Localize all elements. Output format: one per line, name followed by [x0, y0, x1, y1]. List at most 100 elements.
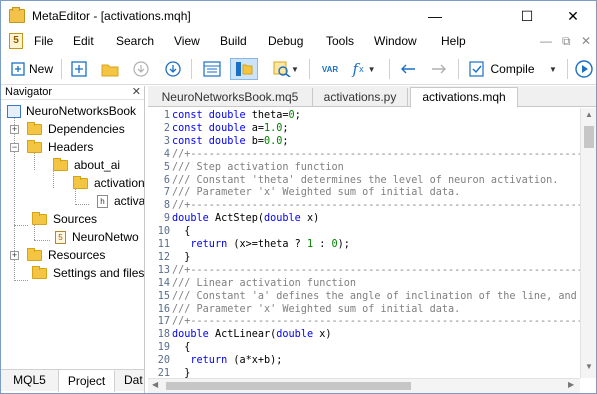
- code-line[interactable]: 2 const double a=1.0;: [148, 123, 580, 135]
- tree-item-settings[interactable]: Settings and files: [32, 264, 144, 282]
- compile-dropdown[interactable]: ▼: [545, 58, 561, 80]
- header-file-icon: h: [97, 194, 108, 208]
- mdi-close-button[interactable]: ✕: [581, 34, 591, 48]
- code-line[interactable]: 17//+-----------------------------------…: [148, 316, 580, 328]
- scroll-thumb[interactable]: [166, 382, 411, 390]
- new-file-icon: [11, 62, 25, 76]
- mql5-document-icon[interactable]: 5: [9, 33, 23, 49]
- tab-mql5[interactable]: MQL5: [1, 370, 59, 392]
- tree-item-neuronetworks-file[interactable]: 5 NeuroNetwo: [55, 228, 139, 246]
- code-token: ActStep(: [214, 213, 265, 225]
- navigator-title: Navigator: [5, 86, 53, 98]
- minimize-button[interactable]: —: [412, 1, 458, 31]
- menu-window[interactable]: Window: [374, 34, 417, 48]
- mdi-restore-button[interactable]: ⧉: [562, 34, 571, 49]
- code-line[interactable]: 4//+------------------------------------…: [148, 149, 580, 161]
- code-line[interactable]: 13//+-----------------------------------…: [148, 265, 580, 277]
- code-line[interactable]: 10 {: [148, 226, 580, 238]
- line-number: 21: [157, 368, 170, 378]
- close-button[interactable]: ✕: [550, 1, 596, 31]
- scroll-thumb[interactable]: [584, 126, 594, 148]
- new-button[interactable]: New: [7, 58, 57, 80]
- scroll-up-icon[interactable]: ▲: [584, 110, 594, 122]
- menu-help[interactable]: Help: [441, 34, 466, 48]
- expand-icon[interactable]: +: [10, 124, 19, 134]
- scroll-left-icon[interactable]: ◀: [152, 380, 158, 389]
- code-token: );: [337, 239, 350, 250]
- menu-file[interactable]: File: [34, 34, 53, 48]
- tree-item-resources[interactable]: + Resources: [10, 246, 105, 264]
- project-icon: [7, 104, 21, 118]
- scroll-right-icon[interactable]: ▶: [568, 380, 574, 389]
- code-area[interactable]: 1 const double theta=0; 2 const double a=1.…: [148, 108, 580, 378]
- horizontal-scrollbar[interactable]: ◀ ▶: [148, 378, 580, 393]
- code-line[interactable]: 5/// Step activation function: [148, 162, 580, 174]
- compile-button[interactable]: Compile: [465, 58, 539, 80]
- tree-item-activation[interactable]: activation: [73, 174, 144, 192]
- code-line[interactable]: 12 }: [148, 252, 580, 264]
- menu-tools[interactable]: Tools: [326, 34, 354, 48]
- menu-build[interactable]: Build: [220, 34, 247, 48]
- menu-search[interactable]: Search: [116, 34, 154, 48]
- folder-toggle-button[interactable]: [230, 58, 258, 80]
- download-button[interactable]: [130, 58, 152, 80]
- code-token: const double: [172, 122, 252, 134]
- menu-view[interactable]: View: [174, 34, 200, 48]
- project-tree: NeuroNetworksBook + Dependencies − Heade…: [1, 100, 144, 368]
- tab-database[interactable]: Dat: [115, 370, 144, 392]
- code-token: 1.0: [264, 122, 283, 134]
- toolbar-separator: [309, 59, 310, 79]
- new-file-plus-button[interactable]: [68, 58, 90, 80]
- tree-item-label: Dependencies: [48, 122, 125, 136]
- expand-icon[interactable]: +: [10, 250, 19, 260]
- code-token: double: [172, 213, 215, 225]
- tab-activations-py[interactable]: activations.py: [313, 88, 408, 107]
- maximize-button[interactable]: ☐: [504, 1, 550, 31]
- close-icon[interactable]: ✕: [132, 86, 141, 99]
- code-line[interactable]: 21 }: [148, 368, 580, 378]
- tab-activations-mqh[interactable]: activations.mqh: [410, 87, 518, 108]
- menu-bar: 5 File Edit Search View Build Debug Tool…: [1, 31, 596, 51]
- forward-button[interactable]: [428, 58, 450, 80]
- update-button[interactable]: [162, 58, 184, 80]
- folder-icon: [53, 157, 68, 171]
- tree-item-project[interactable]: NeuroNetworksBook: [7, 102, 136, 120]
- code-line[interactable]: 8//+------------------------------------…: [148, 200, 580, 212]
- code-line[interactable]: 15/// Constant 'a' defines the angle of …: [148, 291, 580, 303]
- code-line[interactable]: 19 {: [148, 342, 580, 354]
- collapse-icon[interactable]: −: [10, 142, 19, 152]
- tab-project[interactable]: Project: [59, 370, 115, 392]
- code-line[interactable]: 7/// Parameter 'x' Weighted sum of initi…: [148, 187, 580, 199]
- zoom-button[interactable]: ▼: [269, 58, 303, 80]
- var-button[interactable]: VAR: [317, 58, 343, 80]
- vertical-scrollbar[interactable]: ▲ ▼: [580, 108, 596, 378]
- navigator-toggle-button[interactable]: [199, 58, 225, 80]
- code-line[interactable]: 9 double ActStep(double x): [148, 213, 580, 225]
- code-line[interactable]: 1 const double theta=0;: [148, 110, 580, 122]
- tree-item-dependencies[interactable]: + Dependencies: [10, 120, 125, 138]
- open-button[interactable]: [99, 58, 121, 80]
- code-line[interactable]: 18 double ActLinear(double x): [148, 329, 580, 341]
- mdi-minimize-button[interactable]: —: [540, 34, 552, 48]
- title-bar[interactable]: MetaEditor - [activations.mqh] — ☐ ✕: [1, 1, 596, 31]
- menu-debug[interactable]: Debug: [268, 34, 303, 48]
- code-line[interactable]: 20 return (a*x+b);: [148, 355, 580, 367]
- code-token: }: [172, 251, 191, 263]
- tree-item-activations-file[interactable]: h activa: [97, 192, 144, 210]
- code-line[interactable]: 11 return (x>=theta ? 1 : 0);: [148, 239, 580, 251]
- tree-item-headers[interactable]: − Headers: [10, 138, 93, 156]
- back-button[interactable]: [397, 58, 419, 80]
- run-button[interactable]: [574, 58, 594, 80]
- code-line[interactable]: 3 const double b=0.0;: [148, 136, 580, 148]
- tree-item-sources[interactable]: Sources: [32, 210, 97, 228]
- tree-item-about-ai[interactable]: about_ai: [53, 156, 120, 174]
- scroll-down-icon[interactable]: ▼: [584, 362, 594, 374]
- code-line[interactable]: 16/// Parameter 'x' Weighted sum of init…: [148, 304, 580, 316]
- code-line[interactable]: 14/// Linear activation function: [148, 278, 580, 290]
- tab-neuronetworksbook-mq5[interactable]: NeuroNetworksBook.mq5: [148, 88, 313, 107]
- line-number: 19: [157, 342, 170, 354]
- fx-button[interactable]: f x ▼: [347, 58, 381, 80]
- menu-edit[interactable]: Edit: [73, 34, 94, 48]
- code-line[interactable]: 6/// Constant 'theta' determines the lev…: [148, 175, 580, 187]
